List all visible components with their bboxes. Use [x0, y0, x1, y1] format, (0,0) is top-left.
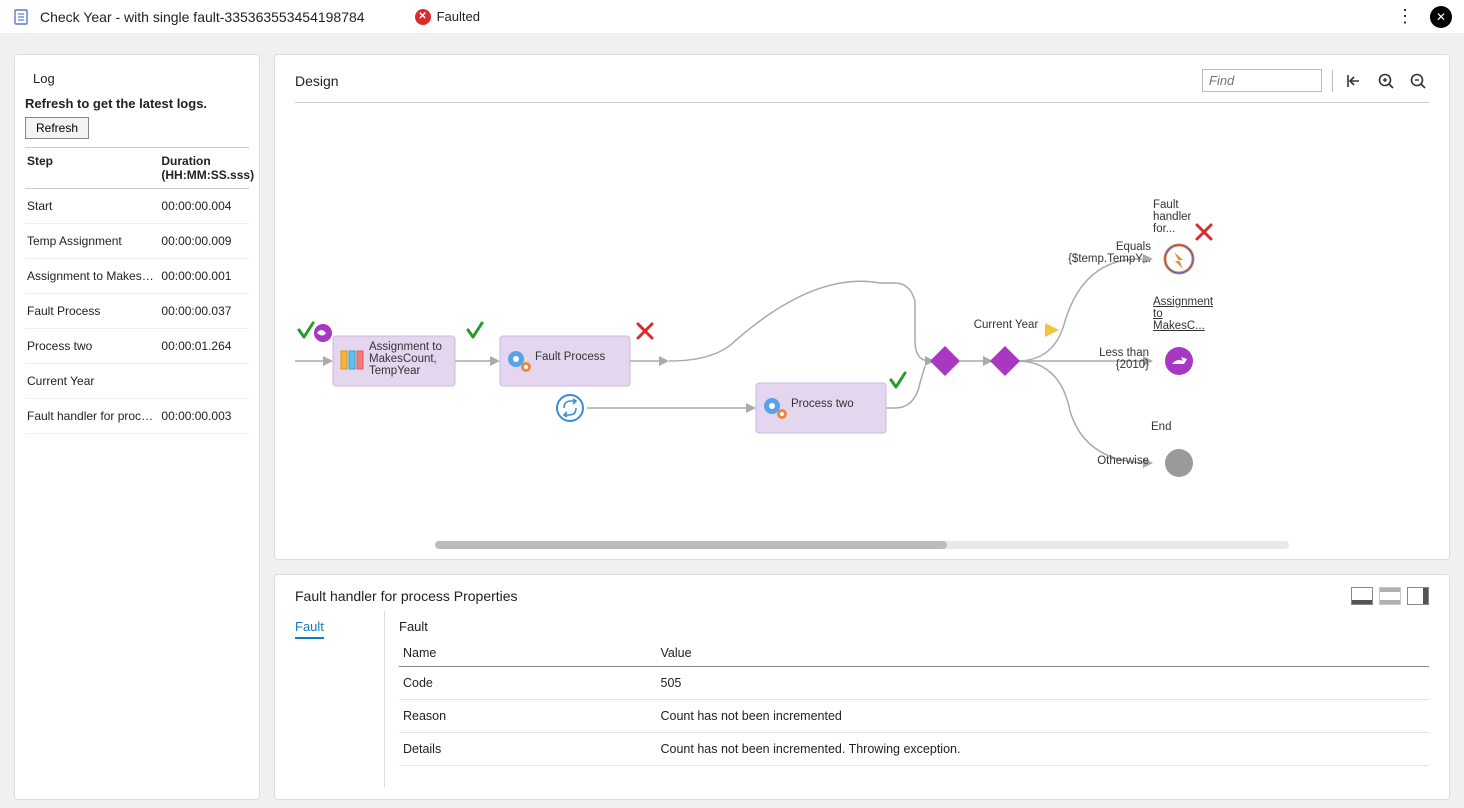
properties-title: Fault handler for process Properties — [295, 588, 1351, 604]
document-icon — [12, 8, 30, 26]
node-process-two[interactable]: Process two — [756, 383, 886, 433]
log-heading: Log — [33, 71, 249, 86]
layout-split-icon[interactable] — [1379, 587, 1401, 605]
fault-handler-node-icon[interactable] — [1165, 245, 1193, 273]
table-row: Fault handler for process00:00:00.003 — [25, 399, 249, 434]
gateway-2[interactable] — [990, 346, 1020, 376]
node-fault-process[interactable]: Fault Process — [500, 336, 630, 386]
design-title: Design — [295, 73, 1192, 89]
table-row: Assignment to MakesC...00:00:00.001 — [25, 259, 249, 294]
end-label: End — [1151, 421, 1191, 433]
node-process-two-label: Process two — [791, 398, 881, 410]
refresh-button[interactable]: Refresh — [25, 117, 89, 139]
props-col-name: Name — [399, 640, 657, 667]
faulted-icon: ✕ — [415, 9, 431, 25]
app-header: Check Year - with single fault-335363553… — [0, 0, 1464, 34]
retry-node-icon[interactable] — [557, 395, 583, 421]
branch-equals-label: Equals {$temp.TempY... — [1055, 241, 1151, 265]
table-row: Temp Assignment00:00:00.009 — [25, 224, 249, 259]
properties-panel: Fault handler for process Properties Fau… — [274, 574, 1450, 800]
log-panel: Log Refresh to get the latest logs. Refr… — [14, 54, 260, 800]
canvas-scrollbar[interactable] — [435, 541, 1289, 549]
find-input[interactable] — [1202, 69, 1322, 92]
log-col-duration: Duration (HH:MM:SS.sss) — [159, 148, 249, 189]
page-title: Check Year - with single fault-335363553… — [40, 9, 365, 25]
table-row: ReasonCount has not been incremented — [399, 700, 1429, 733]
zoom-in-icon[interactable] — [1375, 70, 1397, 92]
layout-toggle — [1351, 587, 1429, 605]
fault-properties-table: Name Value Code505 ReasonCount has not b… — [399, 640, 1429, 766]
flow-canvas[interactable]: Assignment to MakesCount, TempYear Fault… — [295, 111, 1429, 535]
zoom-out-icon[interactable] — [1407, 70, 1429, 92]
refresh-message: Refresh to get the latest logs. — [25, 96, 249, 111]
fault-section-title: Fault — [399, 619, 1429, 634]
table-row: Start00:00:00.004 — [25, 189, 249, 224]
table-row: DetailsCount has not been incremented. T… — [399, 733, 1429, 766]
end-node-icon[interactable] — [1165, 449, 1193, 477]
log-col-step: Step — [25, 148, 159, 189]
node-assignment-label: Assignment to MakesCount, TempYear — [369, 341, 455, 377]
tab-fault[interactable]: Fault — [295, 619, 324, 639]
gateway-1[interactable] — [930, 346, 960, 376]
table-row: Fault Process00:00:00.037 — [25, 294, 249, 329]
close-button[interactable]: ✕ — [1430, 6, 1452, 28]
node-fault-process-label: Fault Process — [535, 351, 627, 363]
log-table: Step Duration (HH:MM:SS.sss) Start00:00:… — [25, 147, 249, 434]
fit-start-icon[interactable] — [1343, 70, 1365, 92]
status-area: ✕ Faulted — [415, 9, 480, 25]
branch-lessthan-label: Less than {2010} — [1087, 347, 1149, 371]
properties-tabs: Fault — [295, 611, 385, 787]
design-panel: Design — [274, 54, 1450, 560]
table-row: Process two00:00:01.264 — [25, 329, 249, 364]
layout-bottom-icon[interactable] — [1351, 587, 1373, 605]
node-assignment[interactable]: Assignment to MakesCount, TempYear — [333, 336, 455, 386]
table-row: Current Year — [25, 364, 249, 399]
status-text: Faulted — [437, 9, 480, 24]
layout-right-icon[interactable] — [1407, 587, 1429, 605]
gateway-label: Current Year — [967, 319, 1045, 331]
props-col-value: Value — [657, 640, 1430, 667]
assignment-makesc-link[interactable]: Assignment to MakesC... — [1153, 296, 1213, 332]
branch-otherwise-label: Otherwise — [1085, 455, 1149, 467]
jump-node-icon[interactable] — [1165, 347, 1193, 375]
kebab-menu-icon[interactable]: ⋮ — [1390, 6, 1420, 27]
table-row: Code505 — [399, 667, 1429, 700]
